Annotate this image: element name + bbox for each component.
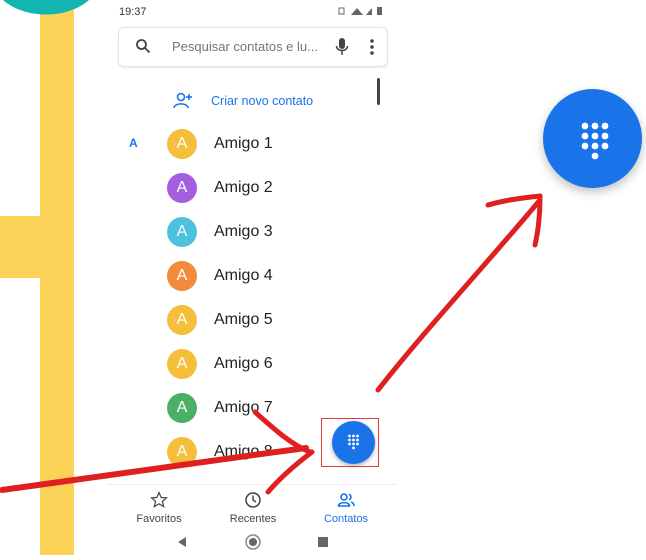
contact-name: Amigo 4: [214, 267, 273, 284]
tab-contacts[interactable]: Contatos: [311, 489, 381, 529]
dialpad-icon: [581, 122, 609, 160]
contact-row[interactable]: A Amigo 1: [167, 129, 387, 159]
more-options-icon[interactable]: [369, 37, 375, 57]
contact-name: Amigo 5: [214, 311, 273, 328]
avatar: A: [167, 349, 197, 379]
tab-favorites[interactable]: Favoritos: [124, 489, 194, 529]
contact-row[interactable]: A Amigo 2: [167, 173, 387, 203]
dialpad-button-enlarged: [543, 89, 642, 188]
avatar: A: [167, 129, 197, 159]
system-navigation-bar: [107, 530, 397, 555]
avatar: A: [167, 437, 197, 467]
back-icon[interactable]: [178, 537, 186, 547]
avatar: A: [167, 305, 197, 335]
search-bar[interactable]: Pesquisar contatos e lu...: [118, 27, 388, 67]
contact-name: Amigo 8: [214, 443, 273, 460]
microphone-icon[interactable]: [335, 37, 349, 57]
avatar: A: [167, 217, 197, 247]
status-time: 19:37: [119, 6, 147, 18]
contact-name: Amigo 7: [214, 399, 273, 416]
search-input[interactable]: Pesquisar contatos e lu...: [172, 39, 318, 54]
contact-name: Amigo 2: [214, 179, 273, 196]
avatar: A: [167, 393, 197, 423]
section-letter: A: [129, 136, 138, 150]
avatar: A: [167, 173, 197, 203]
avatar: A: [167, 261, 197, 291]
star-icon: [150, 491, 168, 508]
status-signal-icon: [338, 7, 382, 15]
scrollbar[interactable]: [377, 78, 380, 105]
overview-icon[interactable]: [318, 537, 328, 547]
tab-favorites-label: Favoritos: [136, 513, 182, 525]
tab-recents-label: Recentes: [229, 513, 277, 525]
contact-row[interactable]: A Amigo 6: [167, 349, 387, 379]
tab-recents[interactable]: Recentes: [218, 489, 288, 529]
tab-contacts-label: Contatos: [323, 513, 369, 525]
decorative-teal-badge: [3, 0, 89, 15]
decorative-rail-tab: [0, 216, 60, 278]
status-bar: 19:37: [107, 0, 397, 22]
search-icon[interactable]: [135, 38, 151, 54]
contact-row[interactable]: A Amigo 4: [167, 261, 387, 291]
status-icons: [337, 6, 385, 19]
contact-row[interactable]: A Amigo 5: [167, 305, 387, 335]
contact-name: Amigo 1: [214, 135, 273, 152]
people-icon: [337, 493, 355, 507]
contact-row[interactable]: A Amigo 3: [167, 217, 387, 247]
add-person-icon: [173, 92, 192, 109]
contact-name: Amigo 3: [214, 223, 273, 240]
arrow-to-enlarged-fab: [375, 197, 543, 393]
highlight-box: [321, 418, 379, 467]
phone-screen: 19:37 Pesquisar contatos e lu... Criar n…: [107, 0, 397, 555]
home-icon[interactable]: [245, 534, 261, 550]
bottom-navigation: Favoritos Recentes Contatos: [107, 484, 397, 531]
create-contact-label: Criar novo contato: [211, 94, 314, 108]
contact-name: Amigo 6: [214, 355, 273, 372]
clock-icon: [245, 492, 261, 508]
